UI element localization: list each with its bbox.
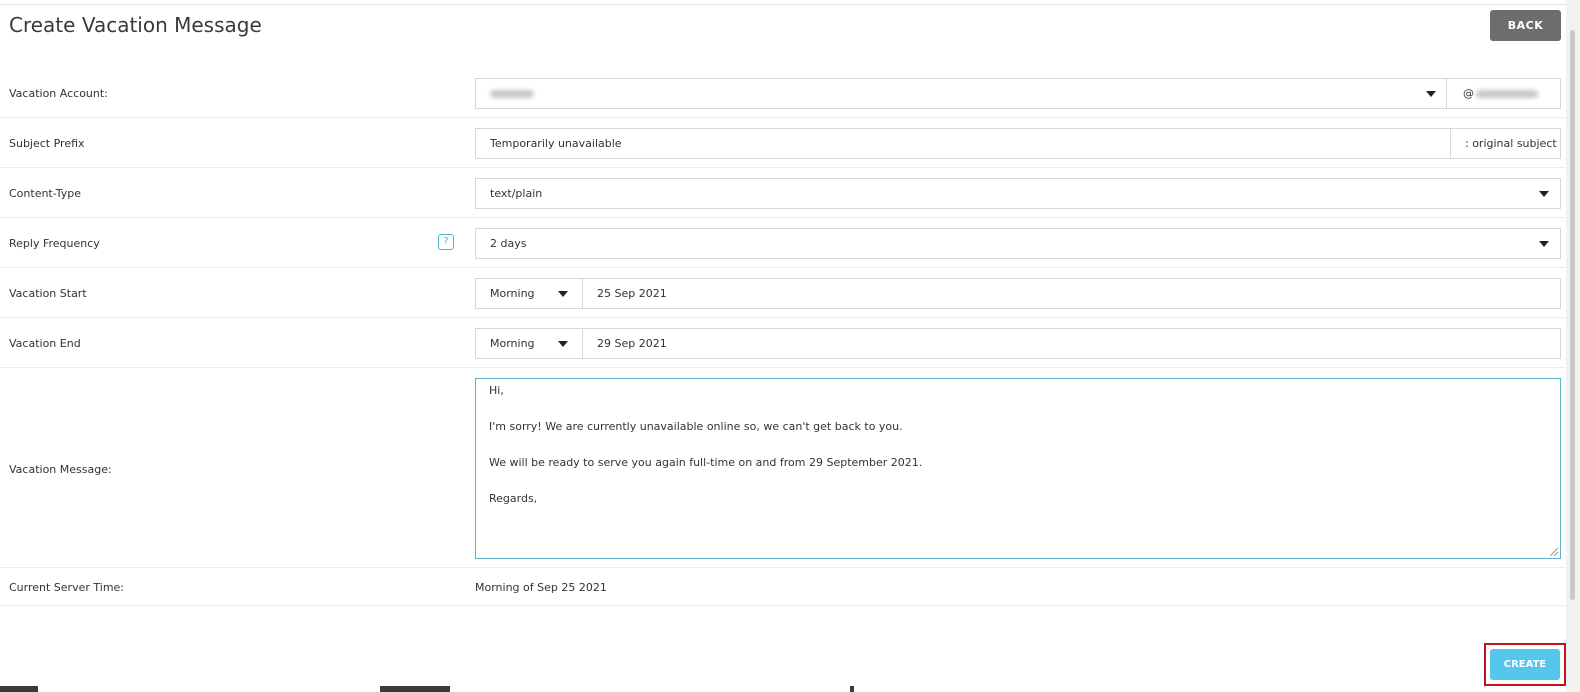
server-time-label: Current Server Time: — [9, 581, 125, 594]
chevron-down-icon — [558, 291, 568, 297]
reply-frequency-select[interactable]: 2 days — [475, 228, 1561, 259]
top-divider — [0, 4, 1566, 5]
bottom-taskbar-strip — [0, 686, 1566, 692]
message-line: I'm sorry! We are currently unavailable … — [489, 420, 903, 433]
message-line: We will be ready to serve you again full… — [489, 456, 923, 469]
vacation-end-date-input[interactable]: 29 Sep 2021 — [582, 328, 1561, 359]
content-type-value: text/plain — [490, 187, 543, 200]
chevron-down-icon — [1539, 191, 1549, 197]
content-type-label: Content-Type — [9, 187, 81, 200]
vacation-account-label: Vacation Account: — [9, 87, 108, 100]
vacation-account-select[interactable] — [475, 78, 1447, 109]
subject-prefix-suffix: : original subject — [1450, 128, 1561, 159]
subject-prefix-label: Subject Prefix — [9, 137, 85, 150]
vacation-message-textarea[interactable]: Hi, I'm sorry! We are currently unavaila… — [475, 378, 1561, 559]
scrollbar-thumb[interactable] — [1570, 30, 1575, 600]
page-title: Create Vacation Message — [9, 13, 262, 37]
reply-frequency-value: 2 days — [490, 237, 527, 250]
scrollbar[interactable] — [1566, 0, 1580, 692]
vacation-end-label: Vacation End — [9, 337, 81, 350]
chevron-down-icon — [1539, 241, 1549, 247]
server-time-value: Morning of Sep 25 2021 — [475, 581, 607, 594]
subject-prefix-input[interactable]: Temporarily unavailable — [475, 128, 1451, 159]
resize-handle-icon[interactable] — [1550, 548, 1558, 556]
chevron-down-icon — [1426, 91, 1436, 97]
vacation-account-domain: @ — [1446, 78, 1561, 109]
server-time-row: Current Server Time: Morning of Sep 25 2… — [0, 568, 1566, 606]
chevron-down-icon — [558, 341, 568, 347]
vacation-start-time-select[interactable]: Morning — [475, 278, 583, 309]
create-button[interactable]: CREATE — [1490, 649, 1560, 680]
vacation-start-date-input[interactable]: 25 Sep 2021 — [582, 278, 1561, 309]
back-button[interactable]: BACK — [1490, 10, 1561, 41]
vacation-start-time-value: Morning — [490, 287, 535, 300]
content-type-select[interactable]: text/plain — [475, 178, 1561, 209]
message-line: Hi, — [489, 384, 504, 397]
redacted-account-name — [490, 89, 534, 98]
vacation-message-label: Vacation Message: — [9, 463, 112, 476]
vacation-end-time-select[interactable]: Morning — [475, 328, 583, 359]
redacted-domain — [1476, 89, 1538, 98]
vacation-start-label: Vacation Start — [9, 287, 87, 300]
domain-at-sign: @ — [1463, 87, 1474, 100]
message-line: Regards, — [489, 492, 538, 505]
help-icon[interactable]: ? — [438, 234, 454, 250]
vacation-end-time-value: Morning — [490, 337, 535, 350]
reply-frequency-label: Reply Frequency — [9, 237, 100, 250]
